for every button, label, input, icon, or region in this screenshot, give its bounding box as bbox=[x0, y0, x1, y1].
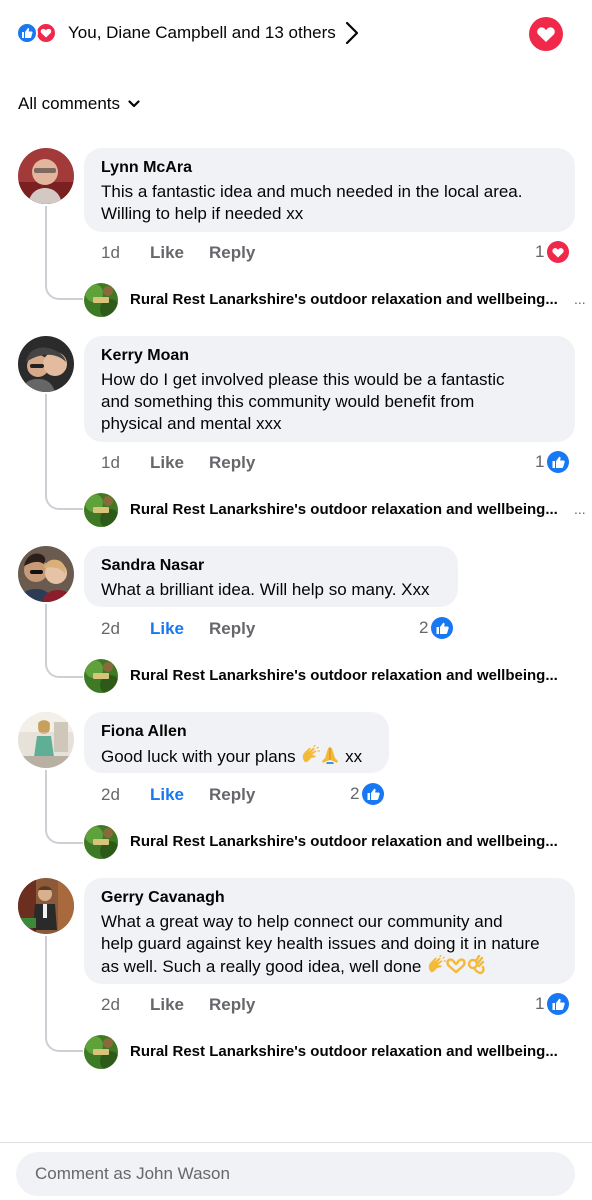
comment-author[interactable]: Fiona Allen bbox=[101, 722, 372, 742]
comment-bubble[interactable]: Sandra Nasar What a brilliant idea. Will… bbox=[84, 546, 458, 607]
ok-hand-icon bbox=[467, 955, 485, 975]
comment-time: 1d bbox=[101, 453, 120, 472]
comment-author[interactable]: Gerry Cavanagh bbox=[101, 888, 558, 908]
like-button[interactable]: Like bbox=[150, 242, 184, 264]
reply-preview-text[interactable]: Rural Rest Lanarkshire's outdoor relaxat… bbox=[130, 833, 558, 850]
like-reaction-icon bbox=[547, 993, 570, 1015]
page-avatar[interactable] bbox=[84, 493, 118, 527]
love-reaction-icon bbox=[547, 241, 570, 263]
page-avatar[interactable] bbox=[84, 659, 118, 693]
reply-preview-text[interactable]: Rural Rest Lanarkshire's outdoor relaxat… bbox=[130, 667, 558, 684]
love-react-button[interactable] bbox=[529, 17, 563, 51]
reactions-summary-text[interactable]: You, Diane Campbell and 13 others bbox=[68, 22, 336, 44]
like-reaction-icon bbox=[547, 451, 570, 473]
comment-author[interactable]: Kerry Moan bbox=[101, 346, 558, 366]
reply-preview-row[interactable]: Rural Rest Lanarkshire's outdoor relaxat… bbox=[84, 283, 586, 317]
comment-author[interactable]: Lynn McAra bbox=[101, 158, 558, 178]
comment-bubble[interactable]: Kerry Moan How do I get involved please … bbox=[84, 336, 575, 442]
reply-preview-text[interactable]: Rural Rest Lanarkshire's outdoor relaxat… bbox=[130, 1043, 558, 1060]
reply-preview-text[interactable]: Rural Rest Lanarkshire's outdoor relaxat… bbox=[130, 291, 558, 308]
reaction-icons bbox=[16, 22, 64, 46]
like-button[interactable]: Like bbox=[150, 618, 184, 640]
comment-text: What a great way to help connect our com… bbox=[101, 912, 540, 976]
comment-sort-dropdown[interactable]: All comments bbox=[18, 93, 140, 115]
reply-button[interactable]: Reply bbox=[209, 618, 255, 640]
comment-reaction-count[interactable]: 2 bbox=[350, 782, 385, 806]
heart-hands-icon bbox=[446, 958, 466, 974]
comment-bubble[interactable]: Gerry Cavanagh What a great way to help … bbox=[84, 878, 575, 984]
like-button[interactable]: Like bbox=[150, 994, 184, 1016]
comment-reaction-count[interactable]: 2 bbox=[419, 616, 454, 640]
thread-line bbox=[45, 604, 83, 678]
more-icon[interactable]: ... bbox=[574, 501, 586, 517]
reply-preview-row[interactable]: Rural Rest Lanarkshire's outdoor relaxat… bbox=[84, 493, 586, 527]
reply-button[interactable]: Reply bbox=[209, 784, 255, 806]
avatar[interactable] bbox=[18, 712, 74, 768]
page-avatar[interactable] bbox=[84, 283, 118, 317]
chevron-right-icon[interactable] bbox=[342, 20, 362, 46]
avatar[interactable] bbox=[18, 148, 74, 204]
like-button[interactable]: Like bbox=[150, 452, 184, 474]
page-avatar[interactable] bbox=[84, 825, 118, 859]
comment-reaction-count[interactable]: 1 bbox=[535, 992, 570, 1016]
avatar[interactable] bbox=[18, 878, 74, 934]
thread-line bbox=[45, 936, 83, 1052]
comment-bubble[interactable]: Lynn McAra This a fantastic idea and muc… bbox=[84, 148, 575, 232]
divider bbox=[0, 1142, 592, 1143]
clapping-hands-icon bbox=[428, 955, 447, 973]
thread-line bbox=[45, 394, 83, 510]
avatar[interactable] bbox=[18, 546, 74, 602]
reply-button[interactable]: Reply bbox=[209, 242, 255, 264]
comment-input-placeholder[interactable]: Comment as John Wason bbox=[35, 1164, 230, 1184]
more-icon[interactable]: ... bbox=[574, 291, 586, 307]
clapping-hands-icon bbox=[303, 745, 321, 763]
comment-text: How do I get involved please this would … bbox=[101, 370, 505, 433]
thread-line bbox=[45, 206, 83, 300]
comment-time: 2d bbox=[101, 785, 120, 804]
comment-input[interactable]: Comment as John Wason bbox=[16, 1152, 575, 1196]
comment-bubble[interactable]: Fiona Allen Good luck with your plans xx bbox=[84, 712, 389, 773]
like-button[interactable]: Like bbox=[150, 784, 184, 806]
like-reaction-icon bbox=[431, 617, 454, 639]
comment-text: What a brilliant idea. Will help so many… bbox=[101, 580, 430, 599]
comment-author[interactable]: Sandra Nasar bbox=[101, 556, 441, 576]
like-reaction-icon bbox=[16, 22, 38, 44]
like-reaction-icon bbox=[362, 783, 385, 805]
chevron-down-icon[interactable] bbox=[128, 100, 140, 108]
avatar[interactable] bbox=[18, 336, 74, 392]
thread-line bbox=[45, 770, 83, 844]
reply-button[interactable]: Reply bbox=[209, 994, 255, 1016]
reply-button[interactable]: Reply bbox=[209, 452, 255, 474]
comment-time: 2d bbox=[101, 619, 120, 638]
reply-preview-row[interactable]: Rural Rest Lanarkshire's outdoor relaxat… bbox=[84, 825, 584, 859]
reply-preview-row[interactable]: Rural Rest Lanarkshire's outdoor relaxat… bbox=[84, 1035, 584, 1069]
sort-label[interactable]: All comments bbox=[18, 94, 120, 114]
love-reaction-icon bbox=[35, 22, 57, 44]
folded-hands-icon bbox=[322, 747, 339, 764]
comment-text: Good luck with your plans xx bbox=[101, 745, 363, 766]
reply-preview-row[interactable]: Rural Rest Lanarkshire's outdoor relaxat… bbox=[84, 659, 584, 693]
comment-reaction-count[interactable]: 1 bbox=[535, 450, 570, 474]
comment-time: 1d bbox=[101, 243, 120, 262]
comment-reaction-count[interactable]: 1 bbox=[535, 240, 570, 264]
comment-time: 2d bbox=[101, 995, 120, 1014]
comment-text: This a fantastic idea and much needed in… bbox=[101, 182, 523, 223]
reply-preview-text[interactable]: Rural Rest Lanarkshire's outdoor relaxat… bbox=[130, 501, 558, 518]
reactions-summary-bar[interactable]: You, Diane Campbell and 13 others bbox=[0, 0, 592, 66]
page-avatar[interactable] bbox=[84, 1035, 118, 1069]
